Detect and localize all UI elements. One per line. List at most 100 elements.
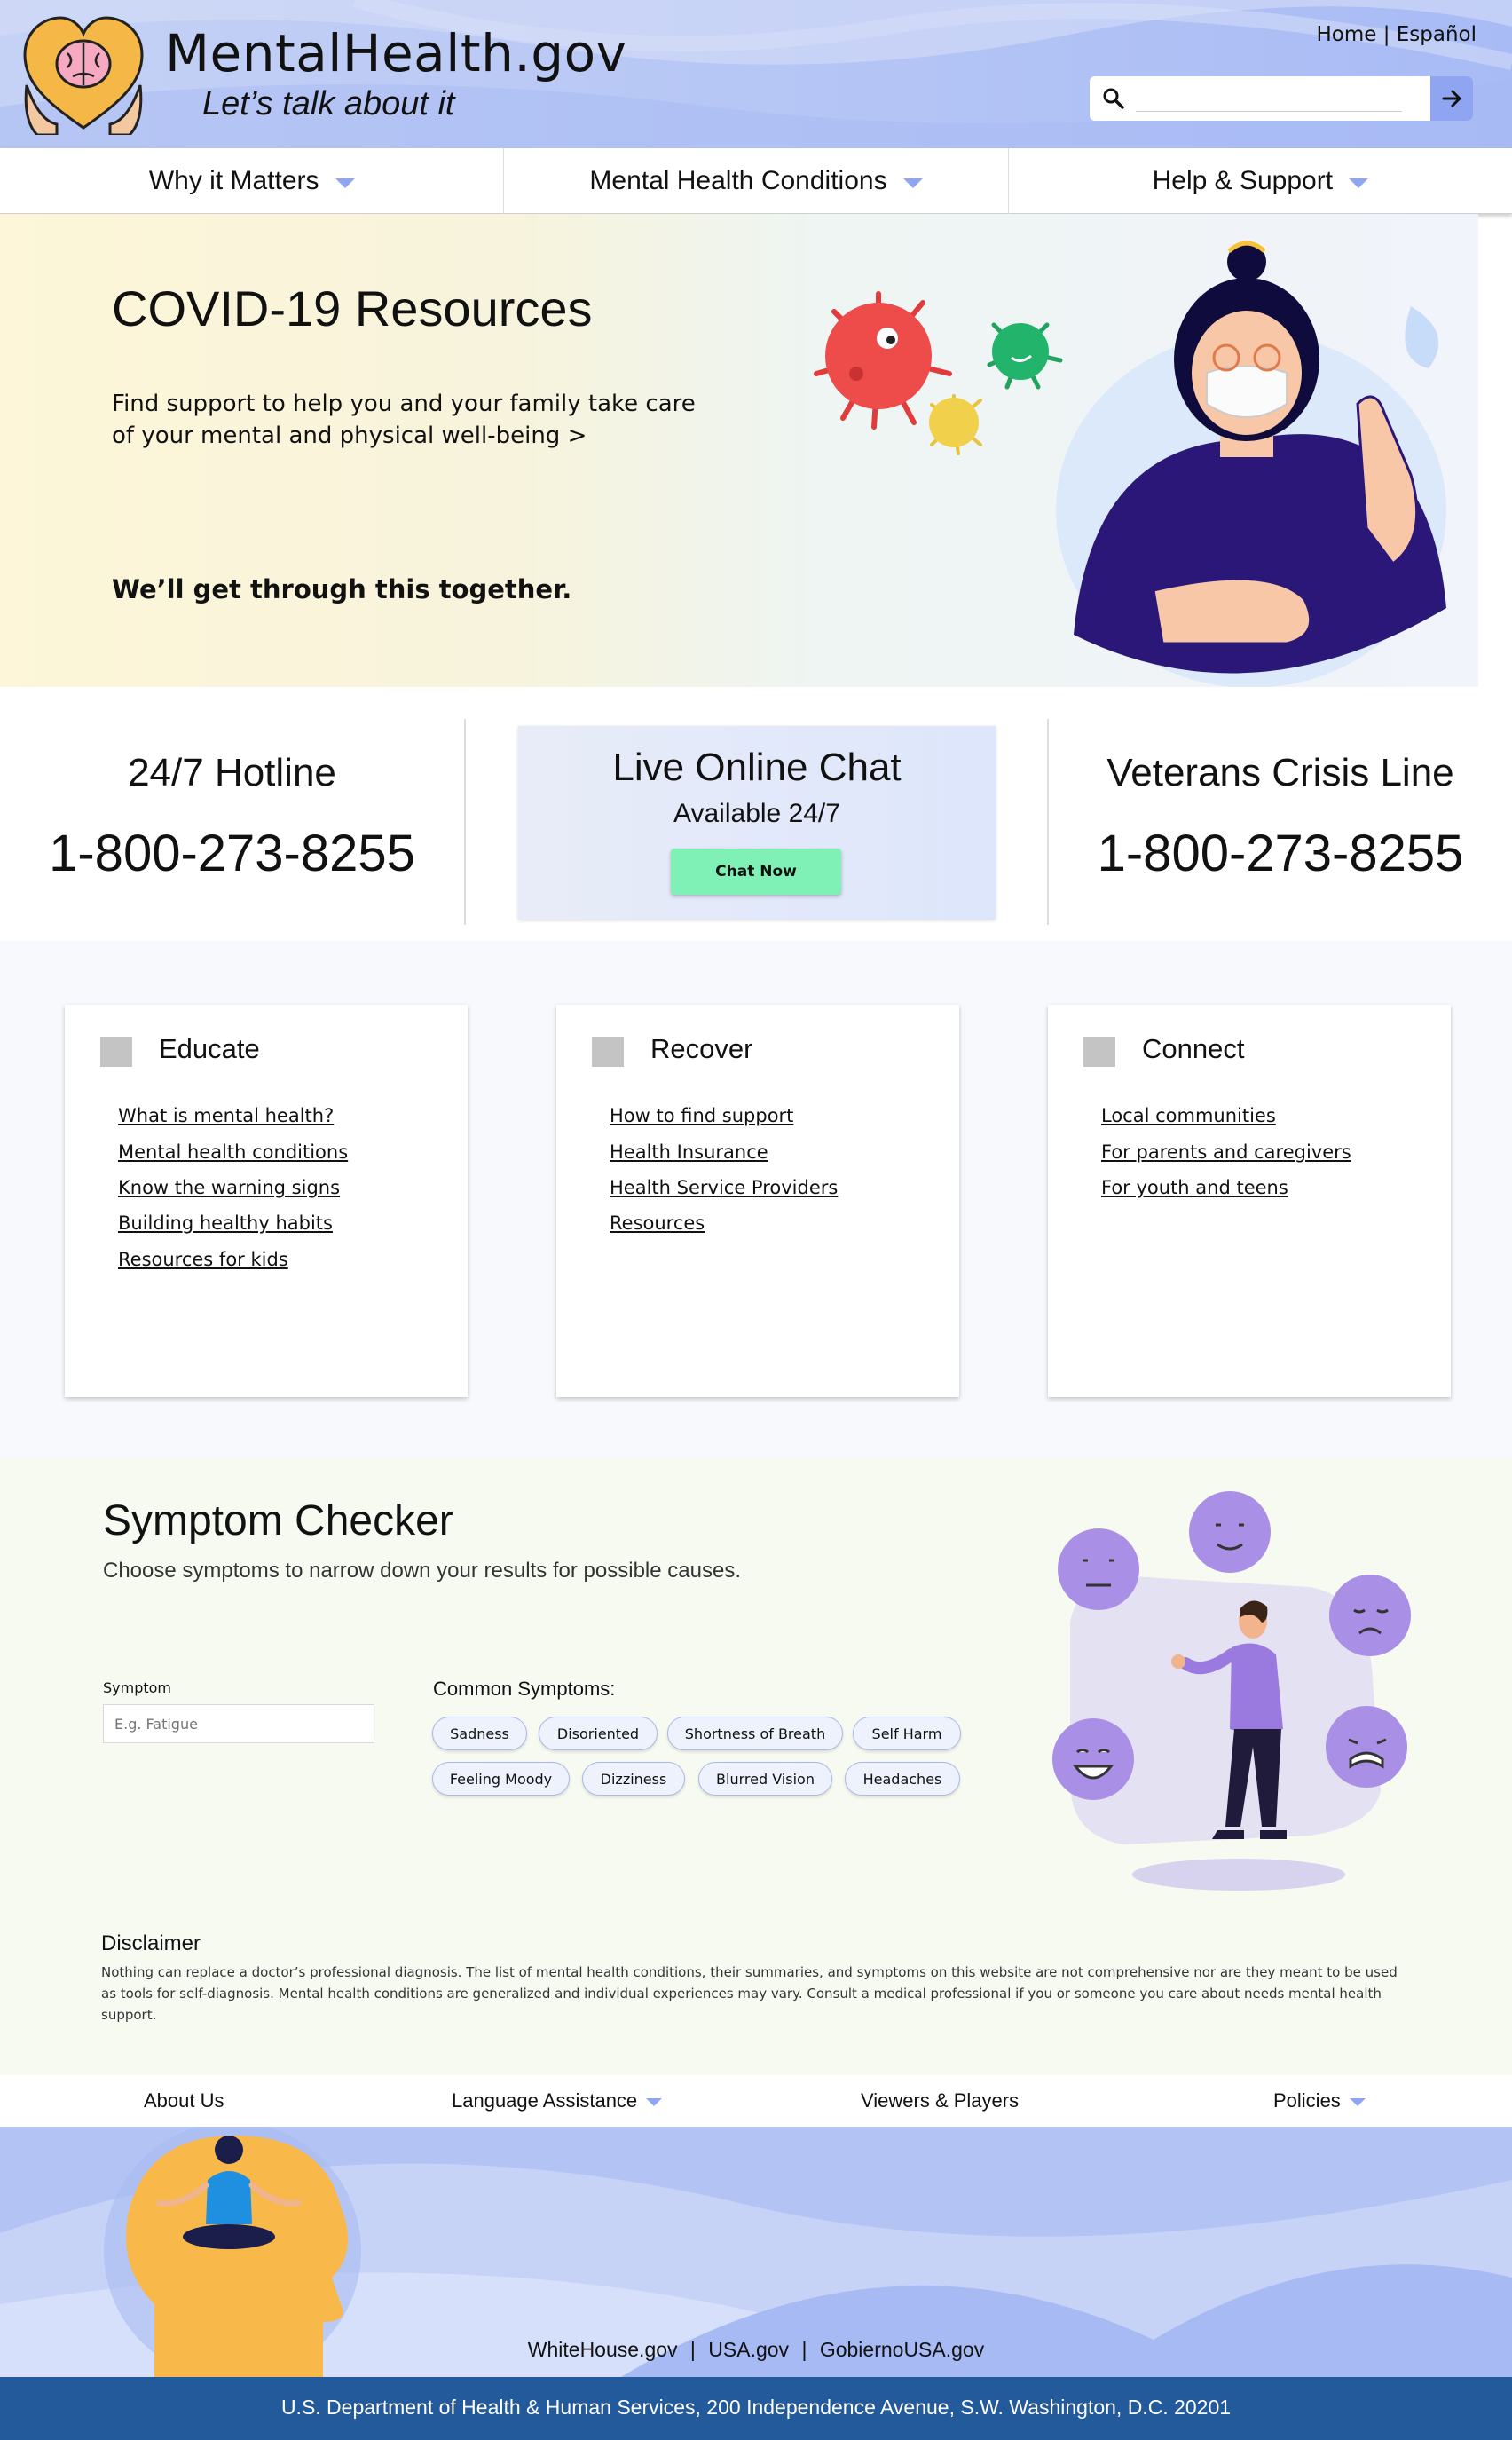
list-item: Health Insurance [610, 1139, 838, 1174]
symptom-input[interactable] [103, 1704, 374, 1743]
footer-policies[interactable]: Policies [1273, 2075, 1366, 2127]
recover-card: Recover How to find support Health Insur… [556, 1005, 959, 1397]
educate-placeholder-icon [100, 1037, 132, 1067]
hero-title: COVID-19 Resources [112, 280, 593, 336]
footer-about-us-link[interactable]: About Us [144, 2075, 224, 2127]
symptom-chip-sadness[interactable]: Sadness [432, 1717, 527, 1750]
masked-woman-thumbs-up-illustration [1056, 241, 1446, 687]
educate-card: Educate What is mental health? Mental he… [65, 1005, 468, 1397]
symptom-chip-blurred-vision[interactable]: Blurred Vision [698, 1762, 832, 1796]
card-link-list: Local communities For parents and caregi… [1101, 1102, 1351, 1211]
symptom-checker-title: Symptom Checker [103, 1497, 453, 1544]
veterans-number[interactable]: 1-800-273-8255 [1049, 824, 1512, 883]
veterans-label: Veterans Crisis Line [1106, 751, 1454, 794]
caret-down-icon [646, 2097, 663, 2106]
footer-gov-links: WhiteHouse.gov | USA.gov | GobiernoUSA.g… [0, 2338, 1512, 2362]
search-icon [1103, 88, 1124, 109]
symptom-checker-description: Choose symptoms to narrow down your resu… [103, 1559, 741, 1583]
caret-down-icon [1349, 178, 1369, 188]
whitehouse-link[interactable]: WhiteHouse.gov [528, 2338, 678, 2361]
site-header: MentalHealth.gov Let’s talk about it Hom… [0, 0, 1512, 148]
card-link-list: What is mental health? Mental health con… [118, 1102, 348, 1283]
list-item: How to find support [610, 1102, 838, 1139]
caret-down-icon [1349, 2097, 1366, 2106]
card-link[interactable]: Know the warning signs [118, 1177, 340, 1198]
card-link[interactable]: How to find support [610, 1105, 793, 1126]
symptom-chip-headaches[interactable]: Headaches [845, 1762, 960, 1796]
list-item: Building healthy habits [118, 1210, 348, 1246]
list-item: Resources [610, 1210, 838, 1246]
disclaimer-title: Disclaimer [101, 1931, 201, 1955]
card-link[interactable]: For youth and teens [1101, 1177, 1288, 1198]
card-link[interactable]: Health Insurance [610, 1141, 768, 1163]
card-link[interactable]: Mental health conditions [118, 1141, 348, 1163]
hotline-number[interactable]: 1-800-273-8255 [0, 824, 464, 883]
symptom-chip-dizziness[interactable]: Dizziness [582, 1762, 685, 1796]
list-item: Resources for kids [118, 1246, 348, 1283]
card-link[interactable]: Health Service Providers [610, 1177, 838, 1198]
nav-mental-health-conditions[interactable]: Mental Health Conditions [504, 148, 1009, 214]
home-link[interactable]: Home [1316, 23, 1376, 46]
card-link[interactable]: Building healthy habits [118, 1212, 333, 1234]
emotions-person-illustration [1052, 1491, 1411, 1891]
espanol-link[interactable]: Español [1397, 23, 1477, 46]
nav-label: Help & Support [1152, 166, 1334, 195]
footer-language-label: Language Assistance [452, 2089, 638, 2112]
footer-language-assistance[interactable]: Language Assistance [452, 2075, 663, 2127]
hero-tagline: We’ll get through this together. [112, 574, 572, 604]
site-footer: WhiteHouse.gov | USA.gov | GobiernoUSA.g… [0, 2127, 1512, 2377]
list-item: Health Service Providers [610, 1174, 838, 1210]
card-title: Educate [159, 1033, 260, 1064]
usa-gov-link[interactable]: USA.gov [708, 2338, 789, 2361]
chat-now-button[interactable]: Chat Now [671, 849, 841, 895]
list-item: Know the warning signs [118, 1174, 348, 1210]
footer-nav: About Us Language Assistance Viewers & P… [0, 2075, 1512, 2127]
card-link[interactable]: For parents and caregivers [1101, 1141, 1351, 1163]
connect-card: Connect Local communities For parents an… [1048, 1005, 1451, 1397]
search-input[interactable] [1136, 85, 1402, 112]
main-nav: Why it Matters Mental Health Conditions … [0, 148, 1512, 214]
nav-label: Mental Health Conditions [589, 166, 887, 195]
symptom-checker-section: Symptom Checker Choose symptoms to narro… [0, 1457, 1512, 2075]
card-title: Recover [650, 1033, 753, 1064]
footer-policies-label: Policies [1273, 2089, 1341, 2112]
symptom-chip-feeling-moody[interactable]: Feeling Moody [432, 1762, 570, 1796]
site-tagline: Let’s talk about it [202, 85, 455, 122]
symptom-chip-disoriented[interactable]: Disoriented [539, 1717, 658, 1750]
common-symptoms-label: Common Symptoms: [433, 1678, 616, 1700]
nav-why-it-matters[interactable]: Why it Matters [0, 148, 505, 214]
list-item: Mental health conditions [118, 1139, 348, 1174]
gobiernousa-link[interactable]: GobiernoUSA.gov [820, 2338, 984, 2361]
live-chat-card: Live Online Chat Available 24/7 Chat Now [518, 726, 996, 920]
card-link[interactable]: What is mental health? [118, 1105, 334, 1126]
recover-placeholder-icon [592, 1037, 624, 1067]
hero-description-link[interactable]: Find support to help you and your family… [112, 388, 697, 452]
search-submit-button[interactable] [1430, 76, 1473, 121]
caret-down-icon [902, 178, 923, 188]
symptom-chip-shortness-of-breath[interactable]: Shortness of Breath [667, 1717, 843, 1750]
symptom-input-label: Symptom [103, 1679, 172, 1696]
nav-help-support[interactable]: Help & Support [1009, 148, 1512, 214]
footer-viewers-players-link[interactable]: Viewers & Players [861, 2075, 1019, 2127]
hotline-panel: 24/7 Hotline 1-800-273-8255 [0, 719, 466, 925]
covid-hero-banner: COVID-19 Resources Find support to help … [0, 214, 1478, 687]
search-box [1090, 76, 1473, 121]
card-title: Connect [1142, 1033, 1245, 1064]
chat-subtitle: Available 24/7 [673, 799, 840, 828]
utility-separator: | [1382, 23, 1390, 46]
utility-links: Home | Español [1316, 23, 1477, 46]
nav-label: Why it Matters [148, 166, 319, 195]
card-link[interactable]: Resources [610, 1212, 705, 1234]
card-link[interactable]: Local communities [1101, 1105, 1276, 1126]
caret-down-icon [335, 178, 355, 188]
footer-separator: | [689, 2338, 696, 2361]
list-item: Local communities [1101, 1102, 1351, 1139]
symptom-chip-self-harm[interactable]: Self Harm [853, 1717, 961, 1750]
card-link[interactable]: Resources for kids [118, 1249, 288, 1270]
arrow-right-icon [1442, 90, 1461, 107]
list-item: For youth and teens [1101, 1174, 1351, 1211]
hotline-label: 24/7 Hotline [128, 751, 336, 794]
site-title[interactable]: MentalHealth.gov [165, 23, 626, 83]
list-item: For parents and caregivers [1101, 1139, 1351, 1174]
resource-cards-section: Educate What is mental health? Mental he… [0, 941, 1512, 1457]
